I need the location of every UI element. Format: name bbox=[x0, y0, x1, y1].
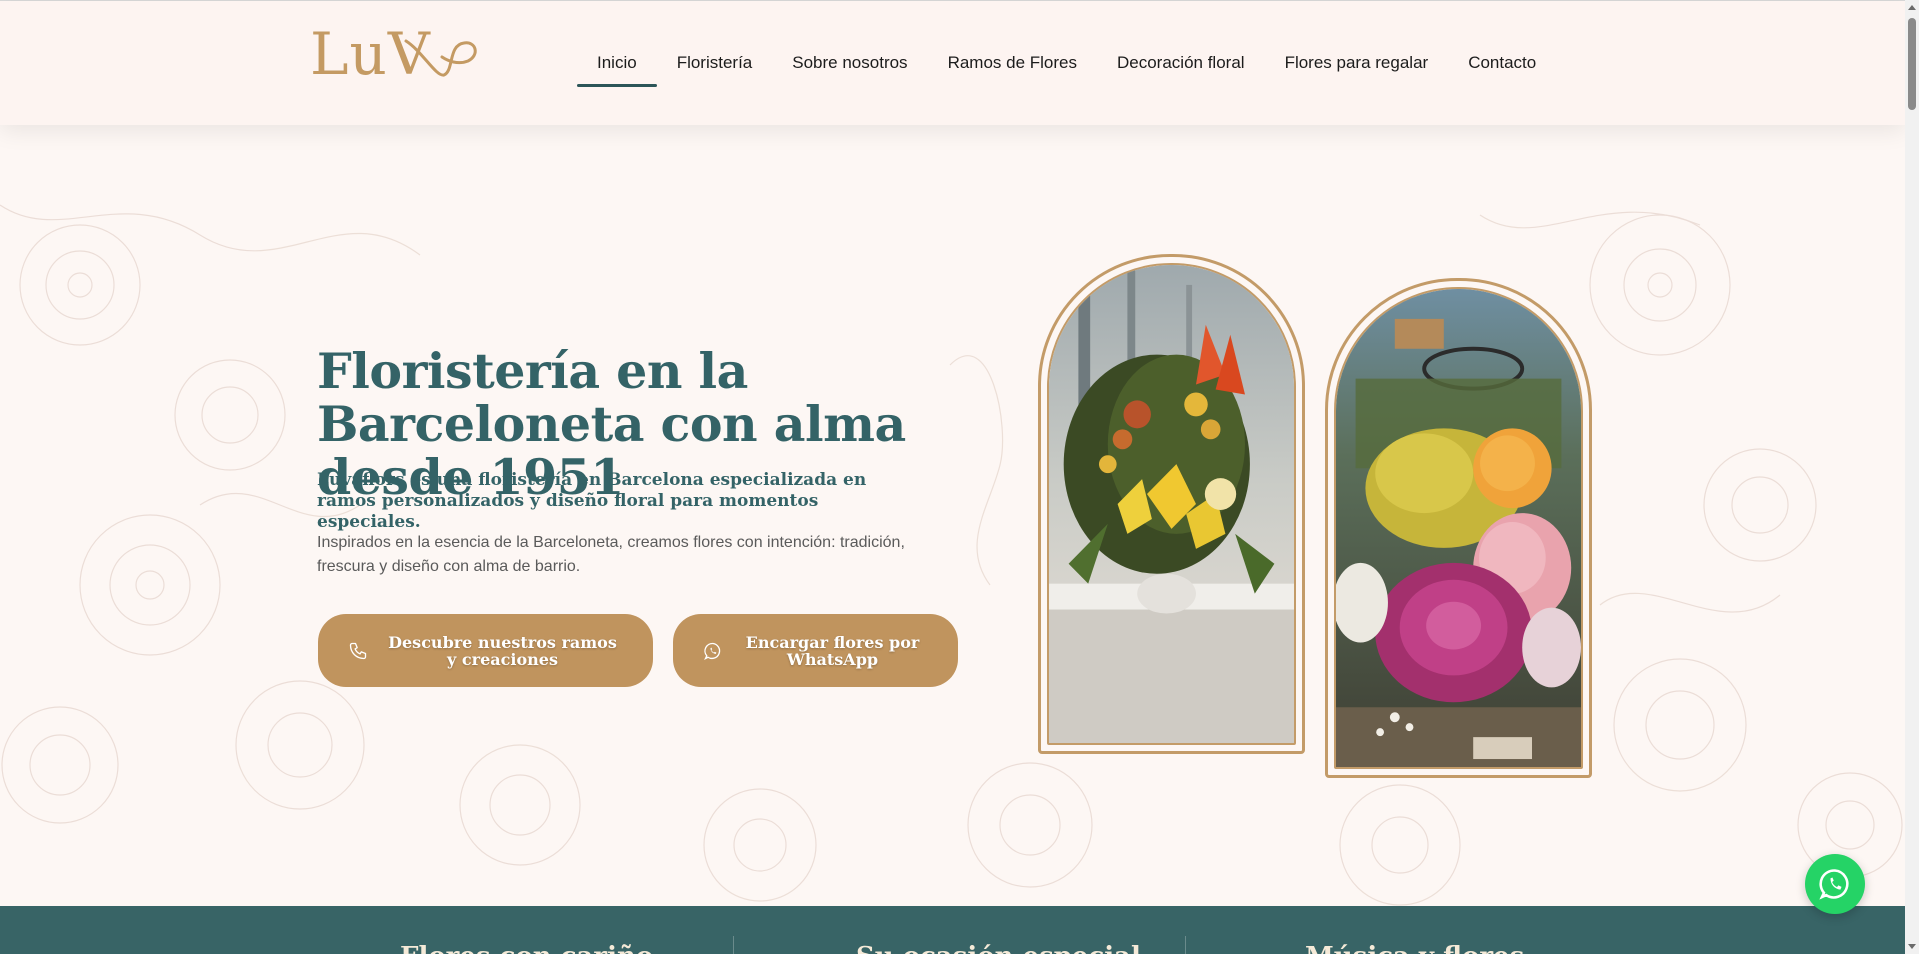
nav-item-ramos[interactable]: Ramos de Flores bbox=[928, 1, 1097, 125]
discover-bouquets-button[interactable]: Descubre nuestros ramos y creaciones bbox=[318, 614, 653, 687]
phone-icon bbox=[349, 642, 367, 659]
features-band: Flores con cariño Su ocasión especial Mú… bbox=[0, 906, 1905, 954]
arch-frame-right bbox=[1325, 278, 1592, 778]
nav-item-flores-regalar[interactable]: Flores para regalar bbox=[1265, 1, 1449, 125]
hero-description: Inspirados en la esencia de la Barcelone… bbox=[317, 534, 905, 575]
main-nav: Inicio Floristería Sobre nosotros Ramos … bbox=[577, 1, 1556, 125]
arch-frame-left bbox=[1038, 254, 1305, 754]
nav-label: Inicio bbox=[597, 53, 637, 72]
discover-bouquets-label: Descubre nuestros ramos y creaciones bbox=[388, 632, 617, 669]
bouquet-roses-image bbox=[1334, 287, 1583, 769]
page-scrollbar[interactable] bbox=[1905, 0, 1919, 954]
order-whatsapp-button[interactable]: Encargar flores por WhatsApp bbox=[673, 614, 958, 687]
nav-item-contacto[interactable]: Contacto bbox=[1448, 1, 1556, 125]
nav-item-sobre-nosotros[interactable]: Sobre nosotros bbox=[772, 1, 927, 125]
band-divider bbox=[733, 936, 734, 954]
order-whatsapp-label: Encargar flores por WhatsApp bbox=[745, 632, 920, 669]
floral-pattern-background bbox=[0, 204, 1903, 906]
logo-swirl-icon bbox=[404, 39, 477, 77]
whatsapp-floating-button[interactable] bbox=[1805, 854, 1865, 914]
site-header: LuV Inicio Floristería Sobre nosotros Ra… bbox=[0, 1, 1905, 125]
scroll-thumb[interactable] bbox=[1908, 18, 1916, 110]
whatsapp-icon bbox=[1819, 869, 1849, 900]
nav-item-decoracion[interactable]: Decoración floral bbox=[1097, 1, 1265, 125]
nav-label: Decoración floral bbox=[1117, 53, 1245, 72]
nav-label: Floristería bbox=[676, 53, 753, 72]
scroll-down-icon[interactable] bbox=[1908, 944, 1916, 949]
nav-label: Ramos de Flores bbox=[947, 53, 1077, 72]
nav-label: Contacto bbox=[1468, 53, 1537, 72]
scroll-up-icon[interactable] bbox=[1908, 5, 1916, 10]
site-logo[interactable]: LuV bbox=[310, 25, 477, 83]
nav-item-inicio[interactable]: Inicio bbox=[577, 1, 657, 125]
whatsapp-icon bbox=[704, 642, 721, 660]
nav-label: Sobre nosotros bbox=[792, 53, 908, 72]
feature-title: Música y flores bbox=[1305, 942, 1524, 954]
bouquet-lilies-image bbox=[1047, 263, 1296, 745]
feature-title: Su ocasión especial bbox=[856, 942, 1141, 954]
nav-label: Flores para regalar bbox=[1284, 53, 1429, 72]
hero-subtitle: Luvaflors es una floristería en Barcelon… bbox=[317, 470, 867, 532]
hero-section: Floristería en la Barceloneta con alma d… bbox=[0, 125, 1905, 906]
band-divider bbox=[1185, 936, 1186, 954]
nav-item-floristeria[interactable]: Floristería bbox=[657, 1, 773, 125]
feature-title: Flores con cariño bbox=[400, 942, 653, 954]
